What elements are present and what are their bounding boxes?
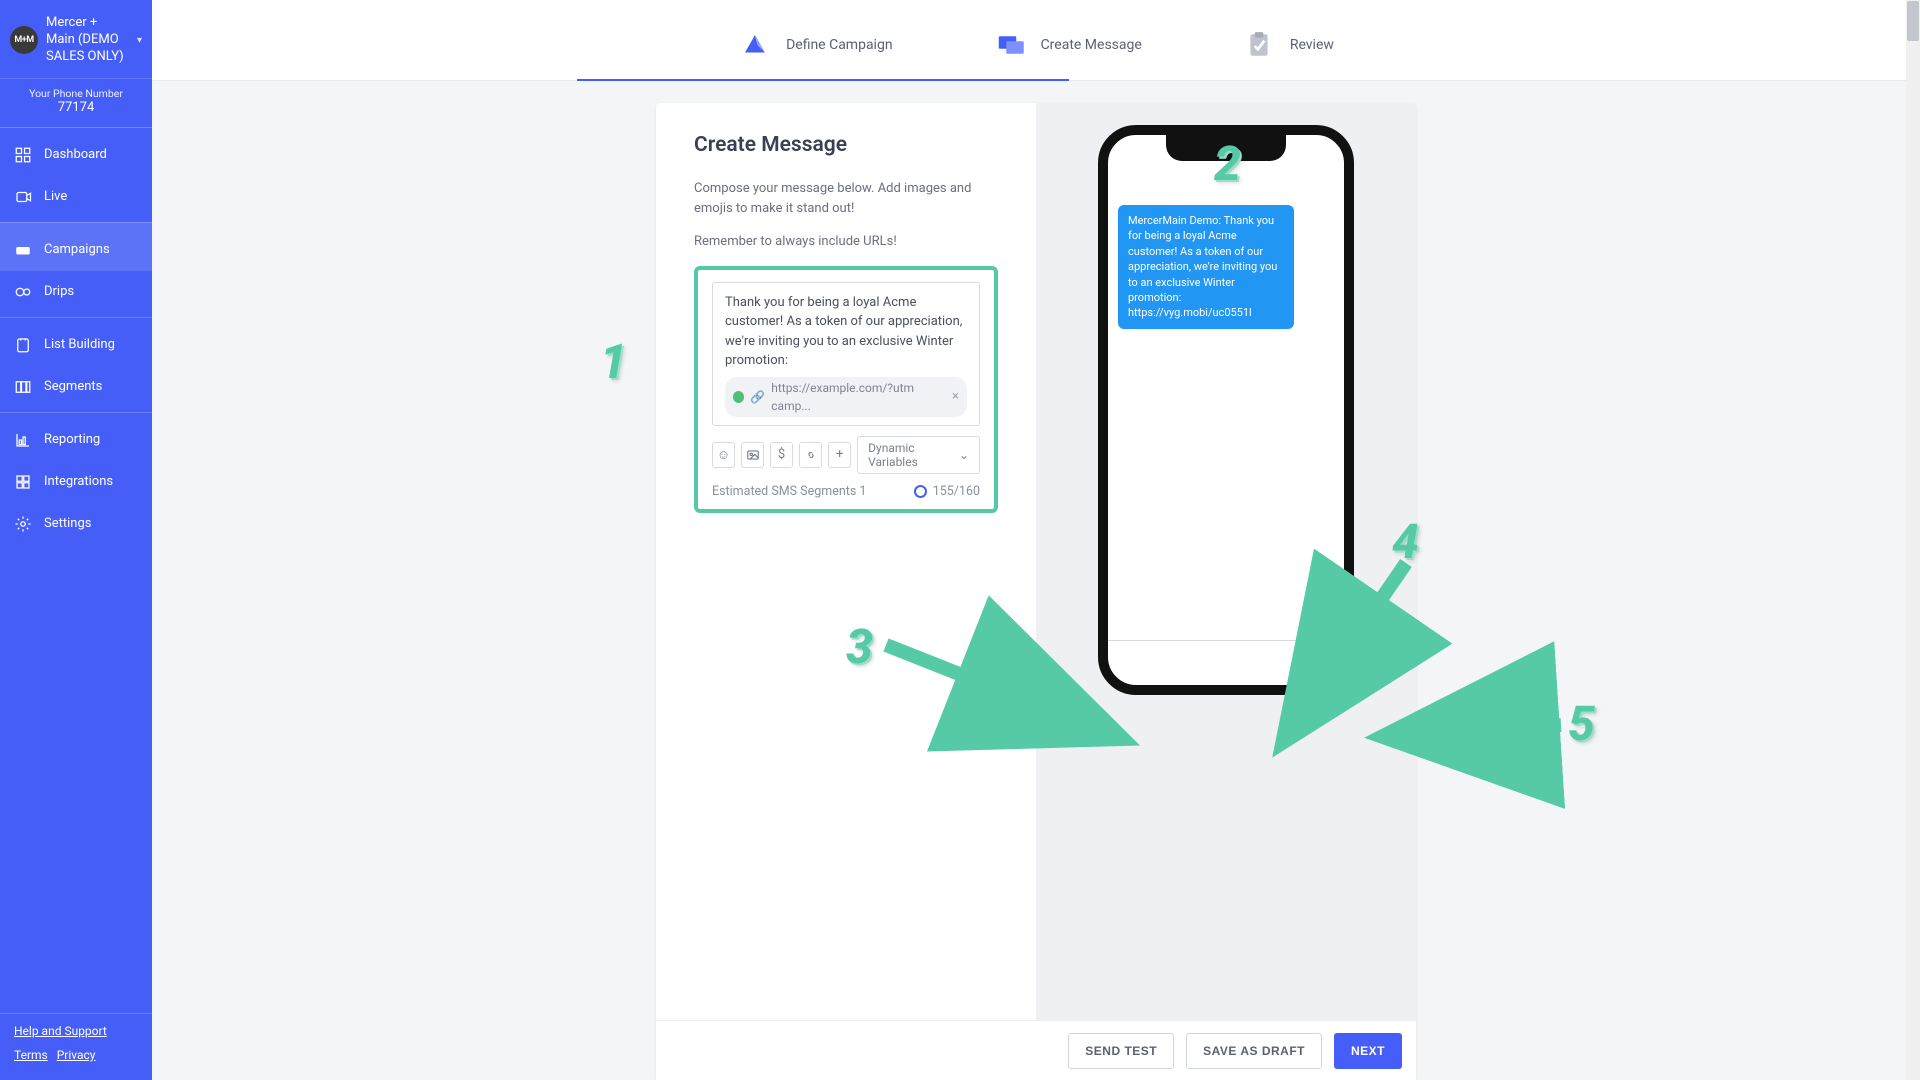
editor-heading: Create Message xyxy=(694,133,998,157)
chevron-down-icon: ⌄ xyxy=(959,448,969,462)
help-support-link[interactable]: Help and Support xyxy=(14,1024,107,1038)
editor-column: Create Message Compose your message belo… xyxy=(656,103,1036,1080)
step-review[interactable]: Review xyxy=(1242,28,1334,62)
currency-button[interactable]: $ xyxy=(770,442,793,468)
sidebar-item-dashboard[interactable]: Dashboard xyxy=(0,134,152,176)
editor-highlight-box: Thank you for being a loyal Acme custome… xyxy=(694,266,998,513)
panel-footer: SEND TEST SAVE AS DRAFT NEXT xyxy=(656,1020,1416,1080)
image-button[interactable] xyxy=(741,442,764,468)
org-switcher[interactable]: M+M Mercer + Main (DEMO SALES ONLY) ▾ xyxy=(0,0,152,79)
editor-intro: Compose your message below. Add images a… xyxy=(694,179,998,218)
phone-notch xyxy=(1166,135,1286,161)
url-text: https://example.com/?utm camp... xyxy=(771,379,946,415)
define-campaign-icon xyxy=(738,28,772,62)
phone-preview: MercerMain Demo: Thank you for being a l… xyxy=(1098,125,1354,695)
sidebar-item-label: List Building xyxy=(44,337,115,352)
sidebar-item-label: Segments xyxy=(44,379,102,394)
nav-list: Dashboard Live Campaigns Drips List Buil… xyxy=(0,128,152,1013)
sidebar-item-settings[interactable]: Settings xyxy=(0,503,152,545)
step-label: Review xyxy=(1290,37,1334,53)
sidebar-item-label: Live xyxy=(44,189,67,204)
list-building-icon xyxy=(14,336,32,354)
url-chip[interactable]: 🔗 https://example.com/?utm camp... × xyxy=(725,377,967,417)
dynamic-variables-label: Dynamic Variables xyxy=(868,441,953,469)
message-text: Thank you for being a loyal Acme custome… xyxy=(725,295,962,369)
phone-divider xyxy=(1108,640,1344,641)
sidebar-item-list-building[interactable]: List Building xyxy=(0,317,152,366)
chevron-down-icon: ▾ xyxy=(137,35,142,46)
sidebar-footer: Help and Support Terms Privacy xyxy=(0,1013,152,1080)
scrollbar-thumb[interactable] xyxy=(1907,1,1919,41)
link-icon: 🔗 xyxy=(750,388,765,406)
segments-estimate: Estimated SMS Segments 1 xyxy=(712,484,866,499)
live-icon xyxy=(14,188,32,206)
annotation-1: 1 xyxy=(600,333,627,390)
dynamic-variables-dropdown[interactable]: Dynamic Variables ⌄ xyxy=(857,436,980,474)
message-textarea[interactable]: Thank you for being a loyal Acme custome… xyxy=(712,282,980,426)
sidebar-item-label: Settings xyxy=(44,516,91,531)
step-label: Create Message xyxy=(1041,37,1142,53)
phone-number-block: Your Phone Number 77174 xyxy=(0,79,152,128)
save-as-draft-button[interactable]: SAVE AS DRAFT xyxy=(1186,1033,1322,1069)
sidebar-item-segments[interactable]: Segments xyxy=(0,366,152,408)
step-label: Define Campaign xyxy=(786,37,892,53)
preview-column: MercerMain Demo: Thank you for being a l… xyxy=(1036,103,1416,1080)
add-button[interactable]: + xyxy=(828,442,851,468)
campaign-panel: Create Message Compose your message belo… xyxy=(656,103,1416,1080)
scrollbar-track[interactable] xyxy=(1906,0,1920,1080)
terms-link[interactable]: Terms xyxy=(14,1048,48,1062)
check-icon xyxy=(733,391,744,403)
privacy-link[interactable]: Privacy xyxy=(57,1048,96,1062)
sidebar-item-live[interactable]: Live xyxy=(0,176,152,218)
editor-reminder: Remember to always include URLs! xyxy=(694,232,998,252)
phone-number: 77174 xyxy=(4,100,148,115)
sidebar-item-integrations[interactable]: Integrations xyxy=(0,461,152,503)
review-icon xyxy=(1242,28,1276,62)
annotation-5: 5 xyxy=(1568,695,1595,752)
reporting-icon xyxy=(14,431,32,449)
sidebar-item-drips[interactable]: Drips xyxy=(0,271,152,313)
segments-icon xyxy=(14,378,32,396)
org-name: Mercer + Main (DEMO SALES ONLY) xyxy=(46,15,129,66)
sidebar: M+M Mercer + Main (DEMO SALES ONLY) ▾ Yo… xyxy=(0,0,152,1080)
char-count: 155/160 xyxy=(933,484,980,499)
step-define-campaign[interactable]: Define Campaign xyxy=(738,28,892,62)
next-button[interactable]: NEXT xyxy=(1334,1033,1402,1069)
dashboard-icon xyxy=(14,146,32,164)
emoji-button[interactable]: ☺ xyxy=(712,442,735,468)
send-test-button[interactable]: SEND TEST xyxy=(1068,1033,1174,1069)
sidebar-item-label: Drips xyxy=(44,284,74,299)
phone-label: Your Phone Number xyxy=(4,87,148,100)
sidebar-item-reporting[interactable]: Reporting xyxy=(0,412,152,461)
remove-url-button[interactable]: × xyxy=(952,387,959,407)
char-meter-icon xyxy=(914,485,927,498)
link-button[interactable] xyxy=(799,442,822,468)
integrations-icon xyxy=(14,473,32,491)
step-create-message[interactable]: Create Message xyxy=(993,28,1142,62)
editor-meta-row: Estimated SMS Segments 1 155/160 xyxy=(712,484,980,499)
stepper: Define Campaign Create Message Review xyxy=(152,0,1920,81)
sidebar-item-label: Integrations xyxy=(44,474,113,489)
org-avatar: M+M xyxy=(10,26,38,54)
sidebar-item-label: Dashboard xyxy=(44,147,107,162)
drips-icon xyxy=(14,283,32,301)
settings-icon xyxy=(14,515,32,533)
sidebar-item-campaigns[interactable]: Campaigns xyxy=(0,222,152,271)
char-count-wrap: 155/160 xyxy=(914,484,980,499)
create-message-icon xyxy=(993,28,1027,62)
campaigns-icon xyxy=(14,241,32,259)
main-content: Define Campaign Create Message Review xyxy=(152,0,1920,1080)
sidebar-item-label: Reporting xyxy=(44,432,100,447)
workspace: Create Message Compose your message belo… xyxy=(152,81,1920,1080)
annotation-arrow-5 xyxy=(1396,713,1576,757)
editor-toolbar: ☺ $ + Dynamic Variables ⌄ xyxy=(712,436,980,474)
preview-message-bubble: MercerMain Demo: Thank you for being a l… xyxy=(1118,205,1294,329)
sidebar-item-label: Campaigns xyxy=(44,242,110,257)
